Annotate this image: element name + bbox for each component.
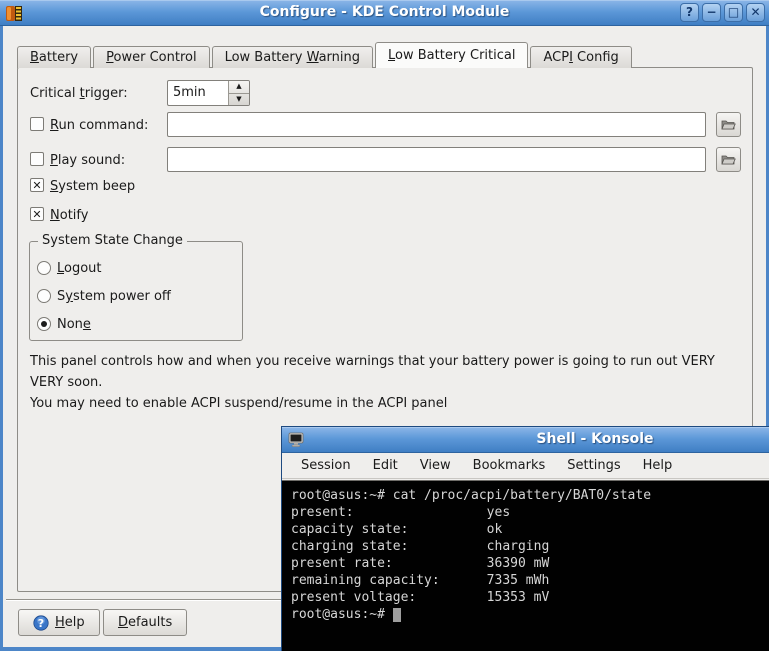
radio-system-power-off-label[interactable]: System power off bbox=[57, 289, 171, 304]
radio-dot bbox=[41, 321, 47, 327]
critical-trigger-label: Critical trigger: bbox=[30, 86, 128, 101]
konsole-menu-bar: Session Edit View Bookmarks Settings Hel… bbox=[282, 453, 769, 479]
konsole-title-bar[interactable]: Shell - Konsole bbox=[282, 427, 769, 453]
critical-trigger-value[interactable]: 5min bbox=[168, 81, 228, 105]
critical-trigger-spinbox[interactable]: 5min ▲ ▼ bbox=[167, 80, 250, 106]
menu-session[interactable]: Session bbox=[290, 458, 362, 473]
play-sound-label[interactable]: Play sound: bbox=[50, 153, 125, 168]
terminal-line: capacity state: ok bbox=[291, 522, 503, 537]
system-beep-checkbox[interactable]: ✕ bbox=[30, 178, 44, 192]
run-command-input[interactable] bbox=[167, 112, 706, 137]
terminal-line: remaining capacity: 7335 mWh bbox=[291, 573, 550, 588]
terminal-line: charging state: charging bbox=[291, 539, 550, 554]
tab-power-control[interactable]: Power Control bbox=[93, 46, 210, 68]
terminal-line: root@asus:~# cat /proc/acpi/battery/BAT0… bbox=[291, 488, 652, 503]
terminal-cursor[interactable] bbox=[392, 608, 401, 622]
terminal-prompt: root@asus:~# bbox=[291, 607, 393, 622]
acpi-hint-text: You may need to enable ACPI suspend/resu… bbox=[30, 396, 448, 411]
run-command-label[interactable]: Run command: bbox=[50, 118, 148, 133]
radio-logout[interactable] bbox=[37, 261, 51, 275]
terminal-prompt-line: root@asus:~# bbox=[291, 606, 769, 623]
checkmark-icon: ✕ bbox=[32, 207, 42, 221]
play-sound-browse-button[interactable] bbox=[716, 147, 741, 172]
radio-logout-label[interactable]: Logout bbox=[57, 261, 102, 276]
help-titlebar-button[interactable]: ? bbox=[680, 3, 699, 22]
konsole-window-title: Shell - Konsole bbox=[536, 431, 654, 447]
defaults-button[interactable]: Defaults bbox=[103, 609, 188, 636]
notify-label[interactable]: Notify bbox=[50, 208, 88, 223]
notify-checkbox[interactable]: ✕ bbox=[30, 207, 44, 221]
tab-bar: Battery Power Control Low Battery Warnin… bbox=[17, 42, 634, 68]
tab-low-battery-critical[interactable]: Low Battery Critical bbox=[375, 42, 529, 68]
radio-none-label[interactable]: None bbox=[57, 317, 91, 332]
system-beep-label[interactable]: System beep bbox=[50, 179, 135, 194]
system-state-change-title: System State Change bbox=[38, 233, 187, 248]
svg-text:?: ? bbox=[38, 617, 44, 630]
menu-view[interactable]: View bbox=[409, 458, 462, 473]
spin-down-button[interactable]: ▼ bbox=[229, 92, 249, 106]
tab-low-battery-warning[interactable]: Low Battery Warning bbox=[211, 46, 374, 68]
terminal-line: present rate: 36390 mW bbox=[291, 556, 550, 571]
folder-open-icon bbox=[721, 120, 736, 130]
radio-system-power-off[interactable] bbox=[37, 289, 51, 303]
panel-description-text: This panel controls how and when you rec… bbox=[30, 354, 715, 390]
help-button-label: Help bbox=[55, 615, 85, 630]
folder-open-icon bbox=[721, 155, 736, 165]
play-sound-input[interactable] bbox=[167, 147, 706, 172]
spin-up-button[interactable]: ▲ bbox=[229, 81, 249, 93]
titlebar-buttons: ? − □ ✕ bbox=[680, 3, 765, 22]
maximize-button[interactable]: □ bbox=[724, 3, 743, 22]
title-bar[interactable]: Configure - KDE Control Module ? − □ ✕ bbox=[0, 0, 769, 26]
help-icon: ? bbox=[33, 614, 49, 631]
window-title: Configure - KDE Control Module bbox=[259, 4, 510, 20]
close-button[interactable]: ✕ bbox=[746, 3, 765, 22]
menu-bookmarks[interactable]: Bookmarks bbox=[462, 458, 557, 473]
tab-battery[interactable]: Battery bbox=[17, 46, 92, 68]
tab-acpi-config[interactable]: ACPI Config bbox=[530, 46, 632, 68]
help-button[interactable]: ? Help bbox=[18, 609, 100, 636]
konsole-window: Shell - Konsole Session Edit View Bookma… bbox=[281, 426, 769, 651]
menu-help[interactable]: Help bbox=[632, 458, 684, 473]
minimize-button[interactable]: − bbox=[702, 3, 721, 22]
run-command-checkbox[interactable]: ✕ bbox=[30, 117, 44, 131]
menu-edit[interactable]: Edit bbox=[362, 458, 409, 473]
play-sound-checkbox[interactable]: ✕ bbox=[30, 152, 44, 166]
terminal-line: present: yes bbox=[291, 505, 511, 520]
spin-buttons: ▲ ▼ bbox=[228, 81, 249, 105]
defaults-button-label: Defaults bbox=[118, 615, 173, 630]
radio-none[interactable] bbox=[37, 317, 51, 331]
checkmark-icon: ✕ bbox=[32, 178, 42, 192]
menu-settings[interactable]: Settings bbox=[556, 458, 631, 473]
terminal-line: present voltage: 15353 mV bbox=[291, 590, 550, 605]
terminal-output[interactable]: root@asus:~# cat /proc/acpi/battery/BAT0… bbox=[282, 480, 769, 651]
run-command-browse-button[interactable] bbox=[716, 112, 741, 137]
